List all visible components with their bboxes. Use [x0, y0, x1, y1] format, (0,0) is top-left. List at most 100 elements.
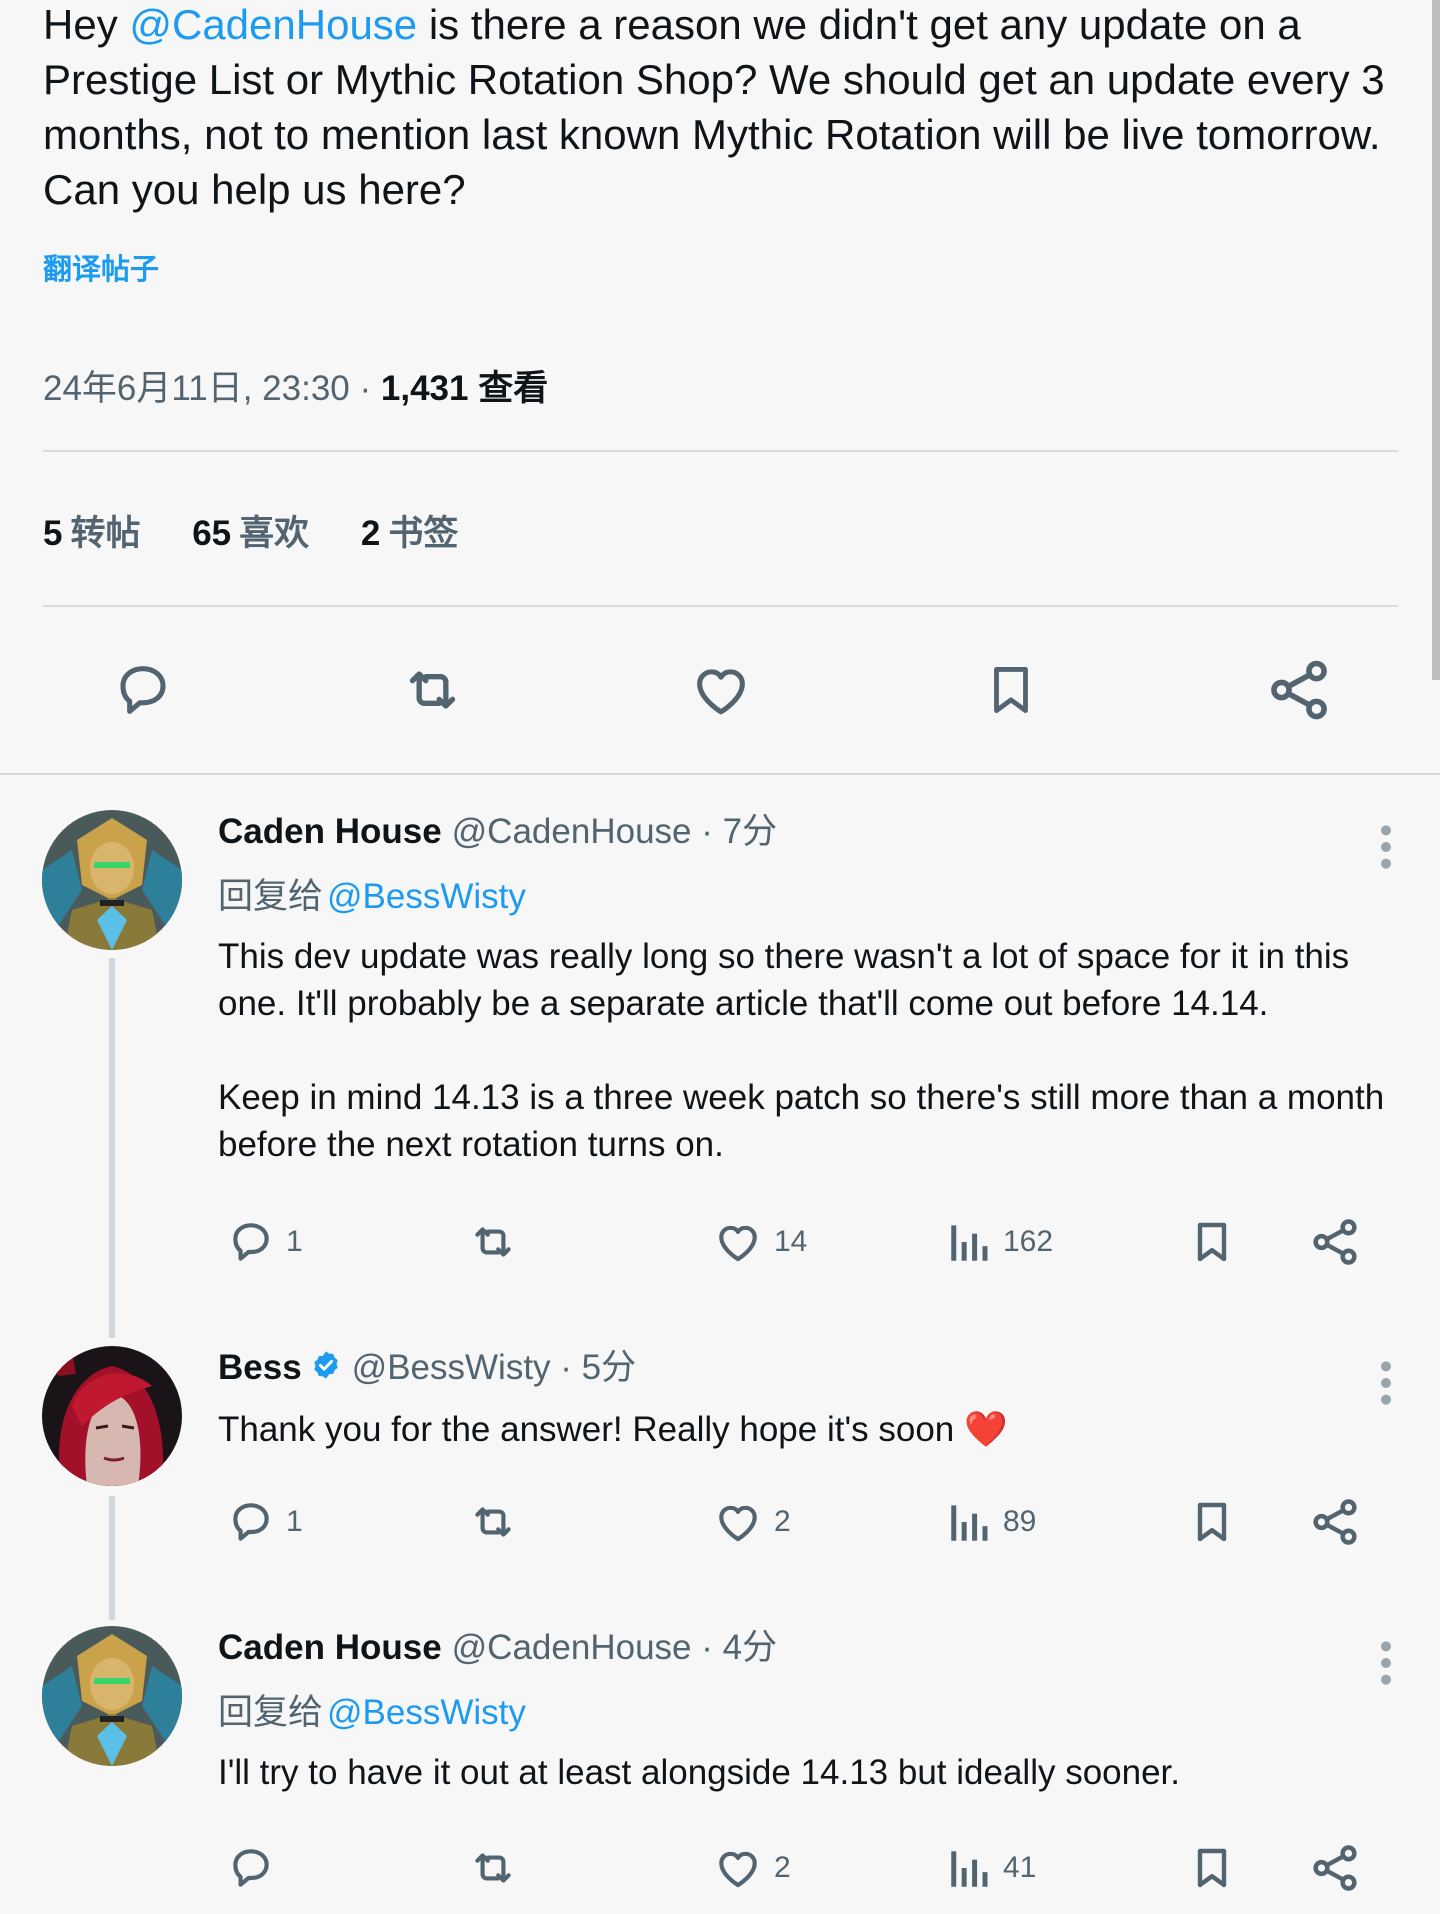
retweet-icon — [409, 670, 456, 709]
reply-icon — [233, 1503, 269, 1541]
more-button[interactable] — [1374, 1638, 1398, 1698]
share-button[interactable] — [1308, 1492, 1370, 1552]
stat-bookmarks[interactable]: 2 书签 — [361, 505, 458, 556]
views-icon — [951, 1505, 988, 1541]
like-button[interactable]: 2 — [710, 1492, 791, 1552]
reply-text: This dev update was really long so there… — [218, 937, 1385, 1164]
reply-header: Caden House @CadenHouse · 7分 — [218, 810, 1398, 854]
avatar-caden-image — [42, 1626, 182, 1766]
reply-text: Thank you for the answer! Really hope it… — [218, 1410, 1008, 1449]
replying-to-link[interactable]: @BessWisty — [327, 877, 526, 916]
reply-icon — [119, 665, 166, 714]
post-time[interactable]: · 4分 — [701, 1628, 777, 1667]
reply-count: 1 — [286, 1505, 303, 1538]
share-icon — [1313, 1219, 1357, 1265]
stat-reposts[interactable]: 5 转帖 — [43, 505, 140, 556]
avatar[interactable] — [42, 1626, 182, 1766]
scrollbar[interactable] — [1432, 0, 1440, 680]
author-name[interactable]: Caden House — [218, 812, 442, 851]
tweet-text: Hey @CadenHouse is there a reason we did… — [43, 0, 1398, 217]
repost-button[interactable] — [463, 1838, 531, 1898]
reply-actions: 1 14 162 — [218, 1212, 1357, 1272]
reply-actions: 2 41 — [218, 1838, 1357, 1898]
retweet-icon — [475, 1853, 511, 1883]
reply-button[interactable] — [105, 652, 180, 727]
share-button[interactable] — [1308, 1838, 1370, 1898]
like-icon — [719, 1505, 757, 1542]
share-button[interactable] — [1261, 652, 1336, 727]
mention-link[interactable]: @CadenHouse — [129, 1, 417, 48]
tweet-meta: 24年6月11日, 23:30 · 1,431 查看 — [43, 360, 548, 411]
bookmark-icon — [993, 666, 1028, 713]
tweet-actions — [43, 652, 1398, 727]
more-icon — [1381, 825, 1391, 869]
thread-line — [109, 1496, 115, 1620]
avatar[interactable] — [42, 810, 182, 950]
reply-button[interactable]: 1 — [224, 1212, 303, 1272]
reply-text: I'll try to have it out at least alongsi… — [218, 1753, 1181, 1792]
post-time[interactable]: · 7分 — [701, 812, 777, 851]
share-icon — [1270, 660, 1327, 719]
bookmark-icon — [1197, 1502, 1227, 1542]
reply-header: Bess @BessWisty · 5分 — [218, 1346, 1398, 1390]
like-button[interactable] — [683, 652, 758, 727]
replying-to: 回复给 @BessWisty — [218, 877, 526, 916]
avatar[interactable] — [42, 1346, 182, 1486]
divider — [43, 605, 1398, 607]
avatar-caden-image — [42, 810, 182, 950]
reply-icon — [233, 1849, 269, 1887]
divider — [43, 450, 1398, 452]
share-icon — [1313, 1845, 1357, 1891]
main-tweet: Hey @CadenHouse is there a reason we did… — [43, 0, 1398, 719]
retweet-icon — [475, 1507, 511, 1537]
more-icon — [1381, 1361, 1391, 1405]
retweet-icon — [475, 1227, 511, 1257]
bookmark-button[interactable] — [1188, 1838, 1244, 1898]
bookmark-icon — [1197, 1848, 1227, 1888]
more-button[interactable] — [1374, 1358, 1398, 1418]
views-count: 1,431 — [380, 369, 469, 408]
views-button[interactable]: 162 — [945, 1212, 1053, 1272]
post-time[interactable]: · 5分 — [560, 1348, 636, 1387]
author-name[interactable]: Bess — [218, 1348, 302, 1387]
bookmark-button[interactable] — [973, 652, 1048, 727]
tweet-text-prefix: Hey — [43, 1, 130, 48]
reply-button[interactable]: 1 — [224, 1492, 303, 1552]
views-label: 查看 — [478, 369, 549, 408]
views-icon — [951, 1225, 988, 1261]
like-button[interactable]: 2 — [710, 1838, 791, 1898]
views-button[interactable]: 41 — [945, 1838, 1036, 1898]
author-handle[interactable]: @CadenHouse — [452, 1628, 692, 1667]
views-icon — [951, 1851, 988, 1887]
more-button[interactable] — [1374, 822, 1398, 882]
verified-icon — [310, 1348, 342, 1392]
section-divider — [0, 773, 1440, 775]
like-count: 14 — [774, 1225, 808, 1258]
like-button[interactable]: 14 — [710, 1212, 807, 1272]
author-handle[interactable]: @CadenHouse — [452, 812, 692, 851]
thread-line — [109, 958, 115, 1338]
reply-actions: 1 2 89 — [218, 1492, 1357, 1552]
reply-button[interactable] — [224, 1838, 286, 1898]
stat-likes[interactable]: 65 喜欢 — [192, 505, 309, 556]
author-name[interactable]: Caden House — [218, 1628, 442, 1667]
like-icon — [719, 1851, 757, 1888]
like-icon — [719, 1225, 757, 1262]
author-handle[interactable]: @BessWisty — [352, 1348, 551, 1387]
share-button[interactable] — [1308, 1212, 1370, 1272]
like-icon — [696, 668, 745, 714]
timestamp[interactable]: 24年6月11日, 23:30 — [43, 369, 350, 408]
engagement-stats: 5 转帖 65 喜欢 2 书签 — [43, 505, 500, 556]
bookmark-button[interactable] — [1188, 1212, 1244, 1272]
share-icon — [1313, 1499, 1357, 1545]
translate-link[interactable]: 翻译帖子 — [43, 246, 159, 288]
repost-button[interactable] — [463, 1212, 531, 1272]
bookmark-button[interactable] — [1188, 1492, 1244, 1552]
views-button[interactable]: 89 — [945, 1492, 1036, 1552]
view-count: 41 — [1003, 1851, 1037, 1884]
repost-button[interactable] — [395, 652, 470, 727]
like-count: 2 — [774, 1851, 791, 1884]
replying-to-link[interactable]: @BessWisty — [327, 1693, 526, 1732]
meta-separator: · — [359, 369, 372, 408]
repost-button[interactable] — [463, 1492, 531, 1552]
